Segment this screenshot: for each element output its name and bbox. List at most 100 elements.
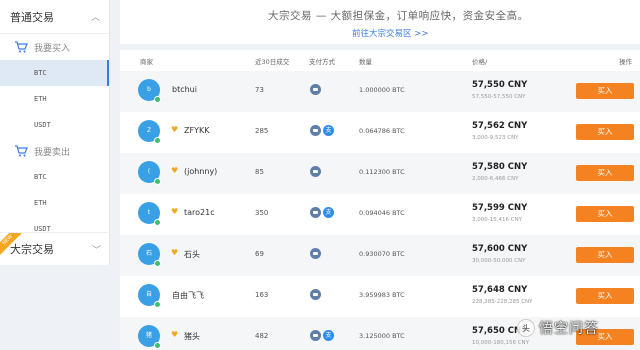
table-row: ( ♥ (johnny) 85 0.112300 BTC 57,580 CNY … xyxy=(120,153,640,194)
table-row: b btchui 73 1.000000 BTC 57,550 CNY 57,5… xyxy=(120,71,640,112)
limit: 228,285-228,285 CNY xyxy=(472,299,533,305)
merchant-name[interactable]: taro21c xyxy=(184,208,215,217)
quantity: 3.959983 BTC xyxy=(359,291,405,299)
trade-volume: 85 xyxy=(255,168,264,176)
alipay-icon: 支 xyxy=(323,207,334,218)
table-row: Z ♥ ZFYKK 285 支 0.064786 BTC 57,562 CNY … xyxy=(120,112,640,153)
trade-volume: 73 xyxy=(255,86,264,94)
sidebar-item-buy-btc[interactable]: BTC xyxy=(0,60,109,86)
section-bulk-trade-header[interactable]: NEW 大宗交易 ﹀ xyxy=(0,232,110,265)
table-row: t ♥ taro21c 350 支 0.094046 BTC 57,599 CN… xyxy=(120,194,640,235)
cart-icon xyxy=(15,41,28,53)
quantity: 0.094046 BTC xyxy=(359,209,405,217)
section-normal-trade-title: 普通交易 xyxy=(10,10,54,24)
quantity: 0.064786 BTC xyxy=(359,127,405,135)
price: 57,562 CNY xyxy=(472,121,528,131)
bank-card-icon xyxy=(310,289,321,300)
cart-icon xyxy=(15,145,28,157)
sidebar-item-buy-eth[interactable]: ETH xyxy=(0,86,109,112)
buy-label: 我要买入 xyxy=(34,43,71,54)
watermark-logo-text: 头 xyxy=(522,323,530,333)
quantity: 3.125000 BTC xyxy=(359,332,405,340)
table-row: 自 自由飞飞 163 3.959983 BTC 57,648 CNY 228,2… xyxy=(120,276,640,317)
table-header: 商家 近30日成交 支付方式 数量 价格/ 操作 xyxy=(120,50,640,70)
buy-button[interactable]: 买入 xyxy=(576,124,634,140)
online-dot-icon xyxy=(154,137,161,144)
alipay-icon: 支 xyxy=(323,125,334,136)
chevron-down-icon: ﹀ xyxy=(91,245,101,256)
trade-volume: 69 xyxy=(255,250,264,258)
merchant-name[interactable]: 猪头 xyxy=(184,331,200,342)
trade-volume: 482 xyxy=(255,332,269,340)
vip-heart-icon: ♥ xyxy=(171,125,179,134)
vip-heart-icon: ♥ xyxy=(171,248,179,257)
chevron-up-icon: ︿ xyxy=(90,13,100,23)
sidebar: 普通交易 ︿ 我要买入 BTC ETH USDT 我要卖出 BTC ETH US… xyxy=(0,0,110,265)
bank-card-icon xyxy=(310,125,321,136)
bank-card-icon xyxy=(310,207,321,218)
col-price: 价格/ xyxy=(472,58,488,66)
online-dot-icon xyxy=(154,178,161,185)
col-merchant: 商家 xyxy=(140,58,153,66)
buy-button[interactable]: 买入 xyxy=(576,83,634,99)
buy-button[interactable]: 买入 xyxy=(576,247,634,263)
bank-card-icon xyxy=(310,248,321,259)
merchant-name[interactable]: ZFYKK xyxy=(184,126,209,135)
vip-heart-icon: ♥ xyxy=(171,207,179,216)
online-dot-icon xyxy=(154,96,161,103)
online-dot-icon xyxy=(154,342,161,349)
merchant-name[interactable]: 自由飞飞 xyxy=(172,290,204,301)
bank-card-icon xyxy=(310,84,321,95)
section-normal-trade-header[interactable]: 普通交易 ︿ xyxy=(0,0,109,34)
sidebar-item-sell-btc[interactable]: BTC xyxy=(0,164,109,190)
section-bulk-trade-title: 大宗交易 xyxy=(10,243,54,256)
watermark-logo-icon: 头 xyxy=(517,319,535,337)
col-action: 操作 xyxy=(619,58,632,66)
online-dot-icon xyxy=(154,301,161,308)
bank-card-icon xyxy=(310,330,321,341)
alipay-icon: 支 xyxy=(323,330,334,341)
quantity: 0.930070 BTC xyxy=(359,250,405,258)
limit: 30,000-50,000 CNY xyxy=(472,258,526,264)
vip-heart-icon: ♥ xyxy=(171,330,179,339)
limit: 3,000-9,523 CNY xyxy=(472,135,519,141)
online-dot-icon xyxy=(154,219,161,226)
limit: 2,000-6,466 CNY xyxy=(472,176,519,182)
vip-heart-icon: ♥ xyxy=(171,166,179,175)
price: 57,580 CNY xyxy=(472,162,528,172)
limit: 3,000-15,416 CNY xyxy=(472,217,523,223)
buy-subheader: 我要买入 xyxy=(0,34,109,60)
sell-label: 我要卖出 xyxy=(34,147,71,158)
limit: 10,000-180,156 CNY xyxy=(472,340,530,346)
col-quantity: 数量 xyxy=(359,58,372,66)
watermark-text: 悟空问答 xyxy=(539,321,599,337)
price: 57,648 CNY xyxy=(472,285,528,295)
sidebar-item-sell-eth[interactable]: ETH xyxy=(0,190,109,216)
quantity: 0.112300 BTC xyxy=(359,168,405,176)
watermark: 头 悟空问答 xyxy=(517,318,599,338)
col-payment: 支付方式 xyxy=(309,58,335,66)
bulk-trade-banner: 大宗交易 — 大额担保金，订单响应快，资金安全高。 前往大宗交易区 >> xyxy=(120,0,640,44)
trade-volume: 163 xyxy=(255,291,269,299)
merchant-name[interactable]: btchui xyxy=(172,85,197,94)
buy-button[interactable]: 买入 xyxy=(576,206,634,222)
offers-table: 商家 近30日成交 支付方式 数量 价格/ 操作 b btchui 73 1.0… xyxy=(120,50,640,350)
merchant-name[interactable]: (johnny) xyxy=(184,167,217,176)
sidebar-item-buy-usdt[interactable]: USDT xyxy=(0,112,109,138)
trade-volume: 350 xyxy=(255,209,269,217)
limit: 57,550-57,550 CNY xyxy=(472,94,526,100)
bank-card-icon xyxy=(310,166,321,177)
quantity: 1.000000 BTC xyxy=(359,86,405,94)
buy-button[interactable]: 买入 xyxy=(576,165,634,181)
col-volume: 近30日成交 xyxy=(255,58,290,66)
trade-volume: 285 xyxy=(255,127,269,135)
online-dot-icon xyxy=(154,260,161,267)
buy-button[interactable]: 买入 xyxy=(576,288,634,304)
price: 57,600 CNY xyxy=(472,244,528,254)
price: 57,599 CNY xyxy=(472,203,528,213)
merchant-name[interactable]: 石头 xyxy=(184,249,200,260)
bulk-trade-link[interactable]: 前往大宗交易区 >> xyxy=(352,27,428,39)
table-row: 石 ♥ 石头 69 0.930070 BTC 57,600 CNY 30,000… xyxy=(120,235,640,276)
price: 57,550 CNY xyxy=(472,80,528,90)
banner-text: 大宗交易 — 大额担保金，订单响应快，资金安全高。 xyxy=(268,10,529,22)
